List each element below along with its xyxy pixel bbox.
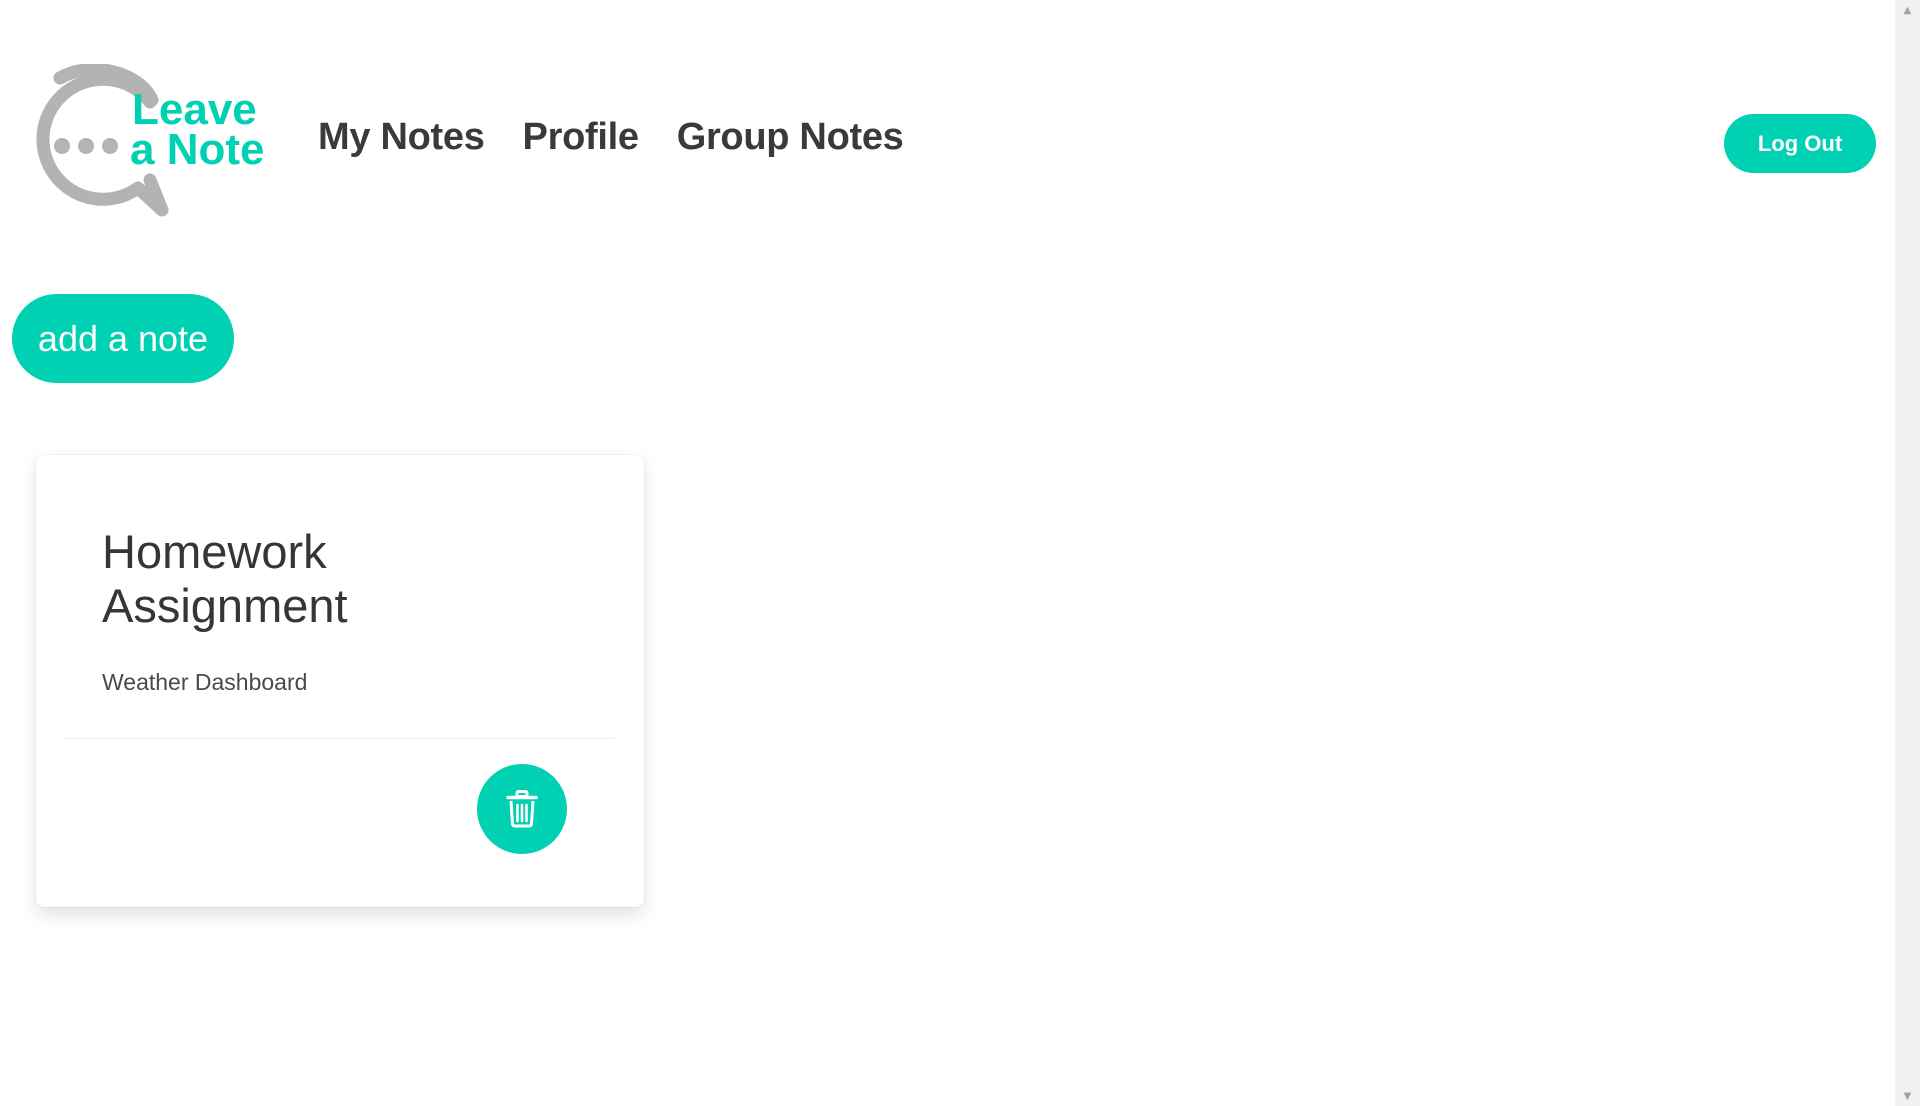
note-card: Homework Assignment Weather Dashboard	[36, 455, 644, 907]
add-note-button[interactable]: add a note	[12, 294, 234, 383]
note-description: Weather Dashboard	[102, 669, 308, 695]
trash-icon	[506, 790, 538, 828]
page: Leave a Note My Notes Profile Group Note…	[0, 0, 1895, 1106]
nav-item-group-notes[interactable]: Group Notes	[677, 116, 904, 159]
speech-bubble-logo-icon: Leave a Note	[36, 63, 264, 217]
navbar: Leave a Note My Notes Profile Group Note…	[0, 40, 1895, 250]
note-title: Homework Assignment	[102, 525, 348, 632]
scroll-down-icon[interactable]: ▼	[1895, 1086, 1920, 1106]
vertical-scrollbar[interactable]: ▲ ▼	[1895, 0, 1920, 1106]
nav-links: My Notes Profile Group Notes	[318, 116, 942, 159]
delete-note-button[interactable]	[477, 764, 567, 854]
logo[interactable]: Leave a Note	[10, 63, 290, 234]
scroll-up-icon[interactable]: ▲	[1895, 0, 1920, 20]
card-divider	[64, 738, 614, 739]
logo-text-line2: a Note	[130, 125, 264, 174]
nav-item-my-notes[interactable]: My Notes	[318, 116, 485, 159]
nav-item-profile[interactable]: Profile	[523, 116, 639, 159]
logout-button[interactable]: Log Out	[1724, 114, 1876, 173]
